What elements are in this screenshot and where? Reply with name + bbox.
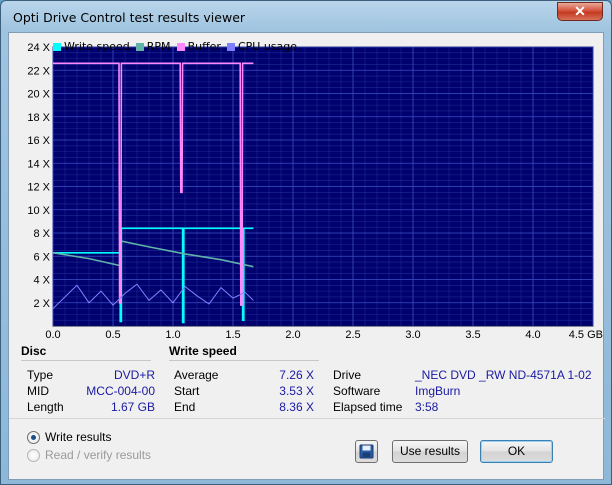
drive-value: _NEC DVD _RW ND-4571A 1-02 (415, 368, 592, 382)
write-results-label: Write results (45, 430, 112, 444)
radio-checked[interactable] (27, 430, 40, 444)
legend-swatch (135, 42, 144, 51)
x-tick-label: 2.0 (285, 329, 300, 338)
close-icon: ✕ (574, 3, 586, 19)
x-tick-label: 0.5 (105, 329, 120, 338)
elapsed-label: Elapsed time (333, 400, 403, 414)
ok-button[interactable]: OK (480, 440, 553, 463)
disc-mid-value: MCC-004-00 (86, 384, 155, 398)
client-area: 2 X 4 X 6 X 8 X 10 X 12 X 14 X 16 X 18 X 20 X 22 X… (8, 32, 605, 481)
y-tick-label: 4 X (33, 275, 50, 287)
avg-speed-value: 7.26 X (279, 368, 314, 382)
y-tick-label: 14 X (27, 158, 50, 170)
y-tick-label: 18 X (27, 112, 50, 124)
elapsed-value: 3:58 (415, 400, 439, 414)
title-bar[interactable]: Opti Drive Control test results viewer ✕ (1, 1, 611, 31)
write-speed-header: Write speed (169, 344, 319, 361)
x-tick-label: 3.0 (405, 329, 420, 338)
read-verify-label: Read / verify results (45, 448, 152, 462)
legend-item-cpu-usage: CPU usage (226, 40, 298, 53)
legend-swatch (226, 42, 235, 51)
drive-label: Drive (333, 368, 362, 382)
x-tick-label: 1.0 (165, 329, 180, 338)
radio-unchecked[interactable] (27, 448, 40, 462)
y-tick-label: 6 X (33, 251, 50, 263)
use-results-button[interactable]: Use results (392, 440, 468, 463)
results-chart: 2 X 4 X 6 X 8 X 10 X 12 X 14 X 16 X 18 X 20 X 22 X… (9, 33, 605, 338)
chart-legend: Write speed RPM Buffer CPU usage (53, 40, 297, 53)
read-verify-option[interactable]: Read / verify results (27, 448, 151, 462)
legend-label: Buffer (187, 40, 221, 53)
end-speed-value: 8.36 X (279, 400, 314, 414)
chart-svg: 2 X 4 X 6 X 8 X 10 X 12 X 14 X 16 X 18 X 20 X 22 X… (27, 42, 603, 338)
x-tick-label: 4.5 GB (569, 329, 603, 338)
floppy-disk-icon (359, 444, 374, 459)
y-tick-label: 2 X (33, 298, 50, 310)
y-tick-label: 12 X (27, 182, 50, 194)
legend-swatch (176, 42, 185, 51)
software-value: ImgBurn (415, 384, 461, 398)
y-tick-label: 24 X (27, 42, 50, 54)
legend-label: RPM (146, 40, 171, 53)
disc-length-value: 1.67 GB (110, 400, 155, 414)
app-window: Opti Drive Control test results viewer ✕… (0, 0, 612, 485)
bottom-panel: Write results Read / verify results Use … (9, 418, 605, 481)
y-tick-label: 22 X (27, 65, 50, 77)
legend-item-buffer: Buffer (176, 40, 221, 53)
legend-label: CPU usage (237, 40, 298, 53)
write-results-option[interactable]: Write results (27, 430, 111, 444)
legend-swatch (53, 42, 61, 51)
disc-header: Disc (21, 344, 151, 361)
y-tick-label: 16 X (27, 135, 50, 147)
x-tick-label: 0.0 (45, 329, 60, 338)
y-tick-label: 20 X (27, 89, 50, 101)
start-speed-value: 3.53 X (279, 384, 314, 398)
x-tick-label: 4.0 (525, 329, 540, 338)
x-tick-label: 2.5 (345, 329, 360, 338)
window-title: Opti Drive Control test results viewer (13, 10, 246, 25)
software-label: Software (333, 384, 381, 398)
legend-item-rpm: RPM (135, 40, 171, 53)
legend-item-write-speed: Write speed (53, 40, 130, 53)
save-button[interactable] (355, 440, 378, 463)
disc-type-value: DVD+R (113, 368, 155, 382)
x-tick-label: 3.5 (465, 329, 480, 338)
y-tick-label: 8 X (33, 228, 50, 240)
x-tick-label: 1.5 (225, 329, 240, 338)
close-button[interactable]: ✕ (557, 2, 603, 21)
stats-panel: Disc Type DVD+R MID MCC-004-00 Length 1.… (9, 338, 605, 418)
legend-label: Write speed (64, 40, 130, 53)
y-tick-label: 10 X (27, 205, 50, 217)
